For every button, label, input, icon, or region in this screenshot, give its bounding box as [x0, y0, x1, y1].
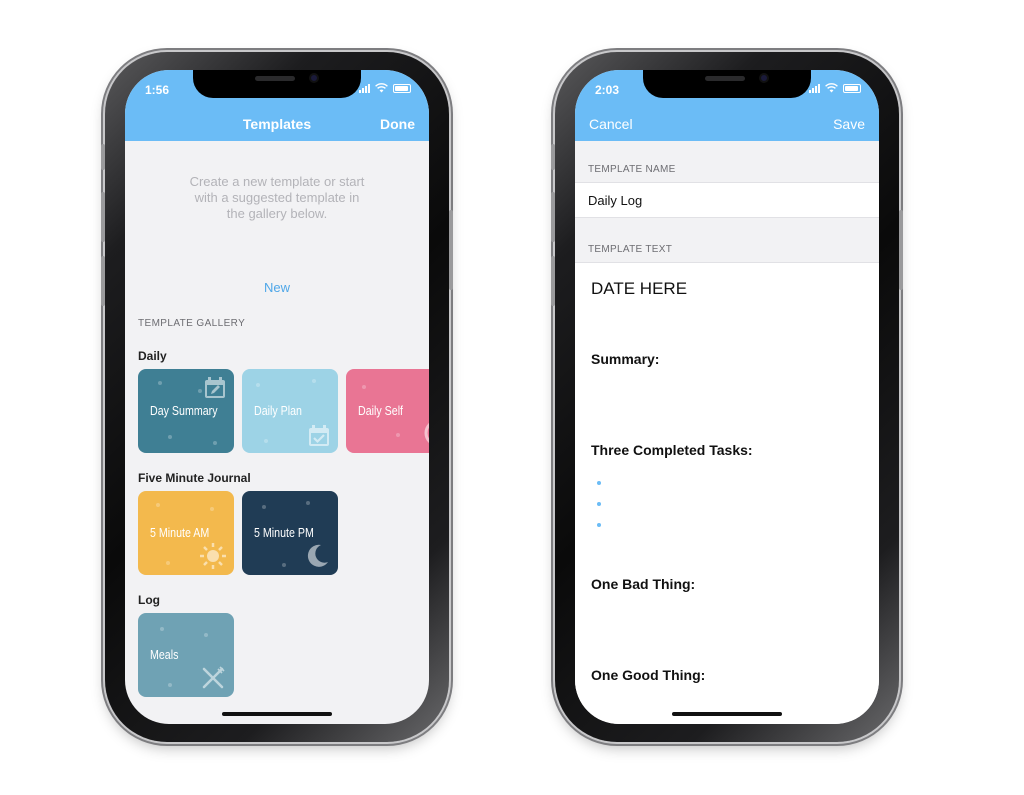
volume-up-button	[551, 192, 555, 242]
tasks-heading: Three Completed Tasks:	[591, 442, 753, 458]
card-meals[interactable]: Meals	[138, 613, 234, 697]
notch	[643, 70, 811, 98]
battery-icon	[843, 83, 861, 93]
wifi-icon	[825, 83, 838, 93]
card-5-minute-am[interactable]: 5 Minute AM	[138, 491, 234, 575]
card-5-minute-pm[interactable]: 5 Minute PM	[242, 491, 338, 575]
template-name-row	[575, 182, 879, 218]
home-indicator	[672, 712, 782, 716]
calendar-edit-icon	[205, 377, 225, 398]
save-button[interactable]: Save	[833, 116, 865, 132]
card-label: Meals	[150, 647, 179, 662]
card-label: Day Summary	[150, 403, 218, 418]
template-name-label: TEMPLATE NAME	[588, 164, 676, 175]
template-text-editor[interactable]: DATE HERE Summary: Three Completed Tasks…	[575, 262, 879, 724]
volume-up-button	[101, 192, 105, 242]
mute-switch	[101, 144, 105, 170]
template-text-label: TEMPLATE TEXT	[588, 244, 673, 255]
intro-text: Create a new template or start with a su…	[189, 174, 365, 221]
bullet-1	[597, 481, 601, 485]
status-icons	[359, 83, 411, 93]
edit-template-screen: 2:03 Cancel Save TEMPLATE NAME TEMPLATE …	[575, 70, 879, 724]
home-indicator	[222, 712, 332, 716]
status-time: 2:03	[595, 83, 620, 97]
sun-icon	[200, 543, 226, 569]
volume-down-button	[101, 256, 105, 306]
smile-icon	[424, 422, 429, 444]
mute-switch	[551, 144, 555, 170]
card-label: 5 Minute PM	[254, 525, 314, 540]
phone-left: 1:56 Templates Done Create a new templat…	[101, 52, 453, 742]
section-title-daily: Daily	[138, 349, 167, 363]
fork-knife-icon	[202, 666, 225, 689]
notch	[193, 70, 361, 98]
cancel-button[interactable]: Cancel	[589, 116, 633, 132]
bullet-3	[597, 523, 601, 527]
card-label: 5 Minute AM	[150, 525, 210, 540]
moon-icon	[307, 544, 328, 567]
summary-heading: Summary:	[591, 351, 660, 367]
date-placeholder-text: DATE HERE	[591, 279, 688, 298]
new-template-button[interactable]: New	[125, 280, 429, 295]
calendar-check-icon	[309, 425, 329, 446]
done-button[interactable]: Done	[380, 116, 415, 132]
card-daily-plan[interactable]: Daily Plan	[242, 369, 338, 453]
bad-thing-heading: One Bad Thing:	[591, 576, 696, 592]
template-name-input[interactable]	[588, 193, 858, 208]
card-daily-self[interactable]: Daily Self	[346, 369, 429, 453]
status-icons	[809, 83, 861, 93]
section-title-five-minute-journal: Five Minute Journal	[138, 471, 251, 485]
templates-screen: 1:56 Templates Done Create a new templat…	[125, 70, 429, 724]
side-button	[449, 210, 453, 290]
card-label: Daily Self	[358, 403, 404, 418]
good-thing-heading: One Good Thing:	[591, 667, 706, 683]
stage: 1:56 Templates Done Create a new templat…	[0, 0, 1024, 795]
section-title-log: Log	[138, 593, 160, 607]
status-time: 1:56	[145, 83, 170, 97]
phone-right: 2:03 Cancel Save TEMPLATE NAME TEMPLATE …	[551, 52, 903, 742]
battery-icon	[393, 83, 411, 93]
wifi-icon	[375, 83, 388, 93]
volume-down-button	[551, 256, 555, 306]
card-day-summary[interactable]: Day Summary	[138, 369, 234, 453]
signal-icon	[359, 83, 370, 93]
side-button	[899, 210, 903, 290]
bullet-2	[597, 502, 601, 506]
signal-icon	[809, 83, 820, 93]
gallery-label: TEMPLATE GALLERY	[138, 318, 246, 329]
card-label: Daily Plan	[254, 403, 302, 418]
